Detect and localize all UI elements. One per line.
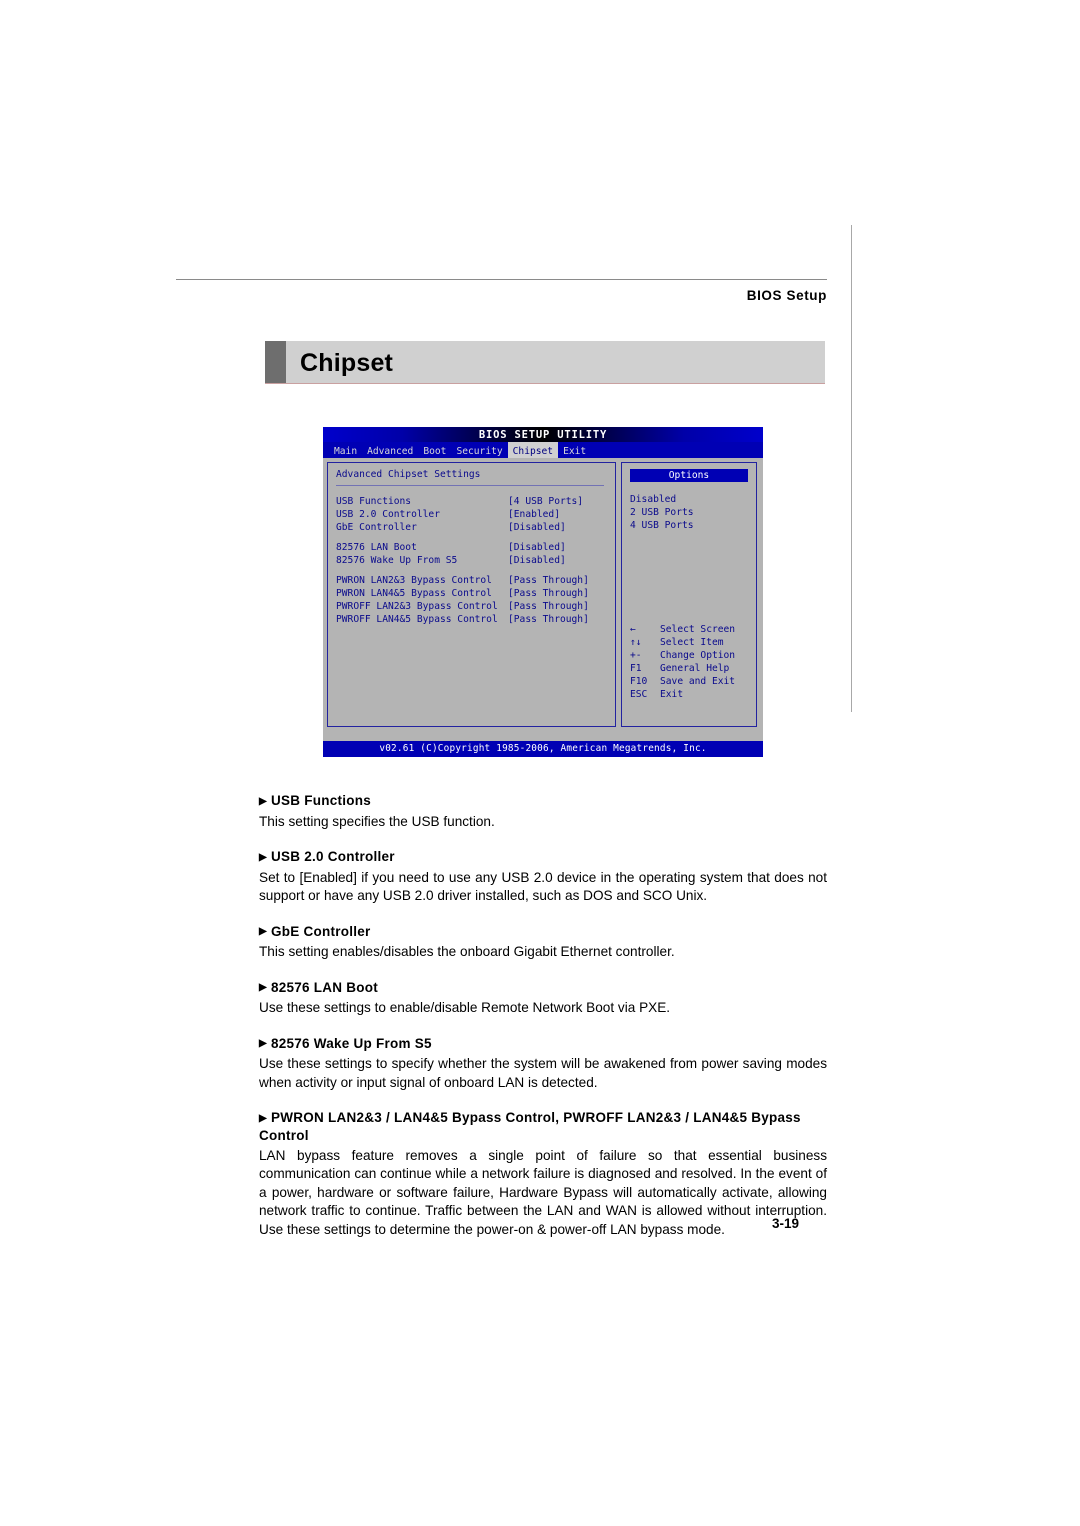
bios-setting-row[interactable]: GbE Controller [Disabled] <box>336 521 608 534</box>
bios-legend-key: ↑↓ <box>630 637 642 648</box>
triangle-right-icon: ▶ <box>259 1038 267 1049</box>
bios-legend-key: F1 <box>630 663 642 674</box>
bios-setting-name: PWROFF LAN4&5 Bypass Control <box>336 614 498 625</box>
section-banner: Chipset <box>265 341 825 384</box>
bios-section-divider <box>336 485 604 486</box>
bios-setting-row[interactable]: PWRON LAN2&3 Bypass Control [Pass Through… <box>336 574 608 587</box>
bios-setup-screenshot: BIOS SETUP UTILITY Main Advanced Boot Secur… <box>323 427 763 757</box>
doc-section-body: LAN bypass feature removes a single poin… <box>259 1147 827 1237</box>
header-divider <box>176 279 827 280</box>
page-header-label: BIOS Setup <box>746 288 827 303</box>
bios-legend-text: Select Item <box>660 637 724 648</box>
bios-option-item[interactable]: 2 USB Ports <box>630 506 694 519</box>
bios-setting-row[interactable]: PWROFF LAN2&3 Bypass Control [Pass Throug… <box>336 600 608 613</box>
bios-options-header: Options <box>630 469 748 482</box>
bios-setting-name: PWRON LAN4&5 Bypass Control <box>336 588 492 599</box>
doc-section-body: Use these settings to enable/disable Rem… <box>259 1000 671 1015</box>
triangle-right-icon: ▶ <box>259 982 267 993</box>
triangle-right-icon: ▶ <box>259 1112 267 1124</box>
bios-legend-text: Select Screen <box>660 624 736 635</box>
doc-section-heading: ▶ 82576 Wake Up From S5 <box>259 1035 827 1053</box>
doc-section-heading-text: 82576 LAN Boot <box>270 979 378 995</box>
doc-section-body: This setting specifies the USB function. <box>259 813 495 829</box>
bios-setting-row[interactable]: PWROFF LAN4&5 Bypass Control [Pass Throug… <box>336 613 608 626</box>
bios-legend-text: Change Option <box>660 650 736 661</box>
bios-tab-exit[interactable]: Exit <box>558 442 591 458</box>
bios-setting-value[interactable]: [Disabled] <box>508 521 566 534</box>
bios-menu-bar: Main Advanced Boot Security Chipset Exit <box>323 442 763 458</box>
bios-tab-boot[interactable]: Boot <box>418 442 451 458</box>
bios-title-bar: BIOS SETUP UTILITY <box>323 427 763 442</box>
bios-setting-name: 82576 LAN Boot <box>336 542 417 553</box>
bios-setting-row[interactable]: 82576 Wake Up From S5 [Disabled] <box>336 554 608 567</box>
bios-setting-value[interactable]: [Enabled] <box>508 508 560 521</box>
doc-section-heading: ▶ 82576 LAN Boot <box>259 979 827 997</box>
bios-legend-key: ESC <box>630 689 648 700</box>
bios-setting-value[interactable]: [Disabled] <box>508 541 566 554</box>
bios-option-item[interactable]: Disabled <box>630 493 676 506</box>
bios-legend-key: F10 <box>630 676 648 687</box>
bios-tab-security[interactable]: Security <box>451 442 507 458</box>
bios-legend-key: ← <box>630 624 636 635</box>
doc-section-heading: ▶ USB 2.0 Controller <box>259 848 827 866</box>
page-title: Chipset <box>300 349 394 377</box>
doc-section-body: Use these settings to specify whether th… <box>259 1056 827 1090</box>
bios-tab-chipset[interactable]: Chipset <box>507 442 559 458</box>
documentation-body: ▶ USB Functions This setting specifies the… <box>259 792 827 1239</box>
bios-setting-row[interactable]: USB 2.0 Controller [Enabled] <box>336 508 608 521</box>
bios-setting-name: 82576 Wake Up From S5 <box>336 555 458 566</box>
page-side-rule <box>851 225 852 712</box>
bios-body: Advanced Chipset Settings USB Functions [… <box>323 458 763 733</box>
bios-legend-text: Exit <box>660 689 684 700</box>
bios-section-title: Advanced Chipset Settings <box>336 469 481 480</box>
bios-legend-text: General Help <box>660 663 730 674</box>
doc-section-body: Set to [Enabled] if you need to use any … <box>259 869 827 904</box>
bios-tab-main[interactable]: Main <box>329 442 362 458</box>
doc-section-heading-text: USB Functions <box>270 793 371 808</box>
bios-settings-panel: Advanced Chipset Settings USB Functions [… <box>327 462 616 727</box>
doc-section-heading-text: 82576 Wake Up From S5 <box>270 1035 432 1051</box>
bios-legend-key: +- <box>630 650 642 661</box>
doc-section-heading-text: PWRON LAN2&3 / LAN4&5 Bypass Control, PW… <box>259 1110 801 1143</box>
bios-setting-row[interactable]: PWRON LAN4&5 Bypass Control [Pass Through… <box>336 587 608 600</box>
bios-setting-value[interactable]: [Disabled] <box>508 554 566 567</box>
bios-setting-value[interactable]: [Pass Through] <box>508 600 589 613</box>
triangle-right-icon: ▶ <box>259 795 267 807</box>
doc-section-heading: ▶ USB Functions <box>259 792 827 810</box>
banner-accent-block <box>265 341 286 383</box>
bios-setting-value[interactable]: [Pass Through] <box>508 613 589 626</box>
doc-section-heading-text: GbE Controller <box>270 923 371 939</box>
bios-option-item[interactable]: 4 USB Ports <box>630 519 694 532</box>
triangle-right-icon: ▶ <box>259 926 267 937</box>
bios-setting-value[interactable]: [4 USB Ports] <box>508 495 583 508</box>
bios-setting-row[interactable]: 82576 LAN Boot [Disabled] <box>336 541 608 554</box>
doc-section-heading-text: USB 2.0 Controller <box>270 849 395 864</box>
doc-section-heading: ▶ PWRON LAN2&3 / LAN4&5 Bypass Control, P… <box>259 1109 827 1144</box>
triangle-right-icon: ▶ <box>259 851 267 863</box>
bios-setting-row[interactable]: USB Functions [4 USB Ports] <box>336 495 608 508</box>
bios-setting-name: PWRON LAN2&3 Bypass Control <box>336 575 492 586</box>
doc-section-body: This setting enables/disables the onboar… <box>259 944 675 959</box>
bios-tab-advanced[interactable]: Advanced <box>362 442 418 458</box>
bios-setting-value[interactable]: [Pass Through] <box>508 574 589 587</box>
bios-setting-name: USB Functions <box>336 496 412 507</box>
bios-legend-text: Save and Exit <box>660 676 736 687</box>
bios-setting-name: PWROFF LAN2&3 Bypass Control <box>336 601 498 612</box>
doc-section-heading: ▶ GbE Controller <box>259 923 827 941</box>
bios-title: BIOS SETUP UTILITY <box>478 429 608 441</box>
page-number: 3-19 <box>772 1216 800 1231</box>
bios-setting-name: GbE Controller <box>336 522 417 533</box>
bios-options-panel: Options Disabled 2 USB Ports 4 USB Ports ← S… <box>621 462 757 727</box>
bios-footer-copyright: v02.61 (C)Copyright 1985-2006, American … <box>323 741 763 757</box>
bios-setting-name: USB 2.0 Controller <box>336 509 440 520</box>
bios-setting-value[interactable]: [Pass Through] <box>508 587 589 600</box>
